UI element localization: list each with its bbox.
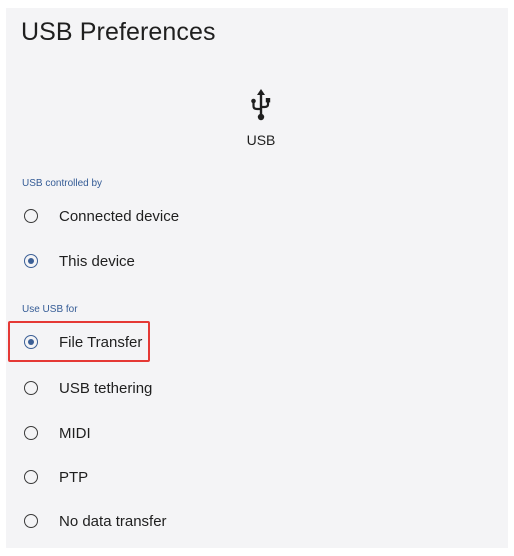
radio-unchecked-icon[interactable] [24,514,38,528]
option-file-transfer[interactable]: File Transfer [20,324,500,360]
radio-checked-icon[interactable] [24,335,38,349]
radio-checked-icon[interactable] [24,254,38,268]
page-title: USB Preferences [21,18,216,46]
option-this-device[interactable]: This device [20,243,500,279]
usb-label: USB [246,132,276,148]
radio-unchecked-icon[interactable] [24,426,38,440]
option-connected-device[interactable]: Connected device [20,198,500,234]
section-header-use-usb-for: Use USB for [22,304,78,315]
option-label: PTP [59,468,89,486]
settings-panel: USB Preferences USB USB controlled by Co… [6,8,508,548]
option-label: No data transfer [59,512,167,530]
option-midi[interactable]: MIDI [20,415,500,451]
option-usb-tethering[interactable]: USB tethering [20,370,500,406]
option-label: USB tethering [59,379,153,397]
radio-unchecked-icon[interactable] [24,381,38,395]
usb-icon [251,89,271,121]
usb-preferences-screen: USB Preferences USB USB controlled by Co… [0,0,514,556]
option-label: This device [59,252,135,270]
option-ptp[interactable]: PTP [20,459,500,495]
option-label: File Transfer [59,333,143,351]
radio-unchecked-icon[interactable] [24,470,38,484]
option-label: MIDI [59,424,91,442]
option-label: Connected device [59,207,180,225]
option-no-data-transfer[interactable]: No data transfer [20,503,500,539]
section-header-controlled-by: USB controlled by [22,178,103,189]
radio-unchecked-icon[interactable] [24,209,38,223]
